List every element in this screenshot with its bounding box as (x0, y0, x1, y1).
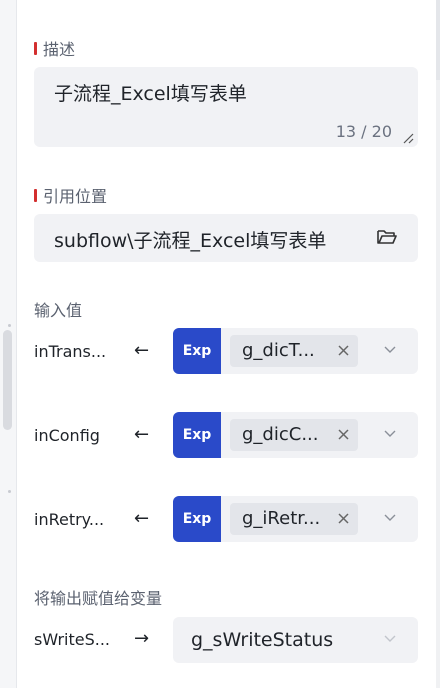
input-param-name: inConfig (34, 426, 100, 445)
folder-open-icon[interactable] (376, 228, 398, 246)
properties-panel: 描述 子流程_Excel填写表单 13 / 20 引用位置 subflow\子流… (16, 0, 436, 688)
description-section-label: 描述 (34, 36, 75, 60)
variable-tag: g_iRetr... (230, 503, 358, 535)
description-value[interactable]: 子流程_Excel填写表单 (54, 79, 247, 106)
reference-section-label: 引用位置 (34, 183, 107, 207)
resize-handle-icon[interactable] (402, 132, 414, 144)
variable-tag: g_dicC... (230, 419, 358, 451)
close-icon[interactable] (337, 512, 350, 525)
outputs-section-label: 将输出赋值给变量 (34, 589, 163, 608)
input-arrow: ← (134, 340, 150, 361)
expression-mode-button[interactable]: Exp (173, 328, 221, 374)
expression-mode-button[interactable]: Exp (173, 496, 221, 542)
input-arrow: ← (134, 424, 150, 445)
reference-path-field[interactable]: subflow\子流程_Excel填写表单 (34, 214, 418, 262)
output-variable-value: g_sWriteStatus (191, 629, 334, 651)
input-param-name: inRetry... (34, 510, 105, 529)
variable-tag-label: g_iRetr... (242, 508, 321, 529)
input-arrow: ← (134, 508, 150, 529)
character-counter: 13 / 20 (335, 122, 392, 141)
variable-tag-label: g_dicC... (242, 424, 319, 445)
description-textarea[interactable]: 子流程_Excel填写表单 13 / 20 (34, 67, 418, 147)
input-value-select[interactable]: Exp g_dicT... (173, 328, 418, 374)
panel-scrollbar[interactable] (436, 0, 440, 688)
description-label: 描述 (43, 40, 76, 59)
expression-mode-button[interactable]: Exp (173, 412, 221, 458)
input-value-select[interactable]: Exp g_iRetr... (173, 496, 418, 542)
output-arrow: → (134, 628, 150, 649)
inputs-section-label: 输入值 (34, 301, 83, 320)
variable-tag-label: g_dicT... (242, 340, 315, 361)
edge-marker (8, 324, 11, 327)
edge-marker (8, 490, 11, 493)
reference-label: 引用位置 (43, 187, 108, 206)
reference-path-value: subflow\子流程_Excel填写表单 (54, 230, 327, 252)
chevron-down-icon[interactable] (384, 635, 396, 643)
variable-tag: g_dicT... (230, 335, 358, 367)
chevron-down-icon[interactable] (384, 514, 396, 522)
required-marker (34, 188, 37, 202)
output-param-name: sWriteS... (34, 630, 110, 649)
chevron-down-icon[interactable] (384, 430, 396, 438)
input-value-select[interactable]: Exp g_dicC... (173, 412, 418, 458)
close-icon[interactable] (337, 428, 350, 441)
close-icon[interactable] (337, 344, 350, 357)
background-window-edge (0, 0, 17, 688)
background-scrollbar-thumb[interactable] (3, 330, 12, 430)
panel-scrollbar-thumb[interactable] (436, 0, 440, 80)
input-param-name: inTrans... (34, 342, 107, 361)
chevron-down-icon[interactable] (384, 346, 396, 354)
required-marker (34, 41, 37, 55)
output-variable-select[interactable]: g_sWriteStatus (173, 617, 418, 663)
